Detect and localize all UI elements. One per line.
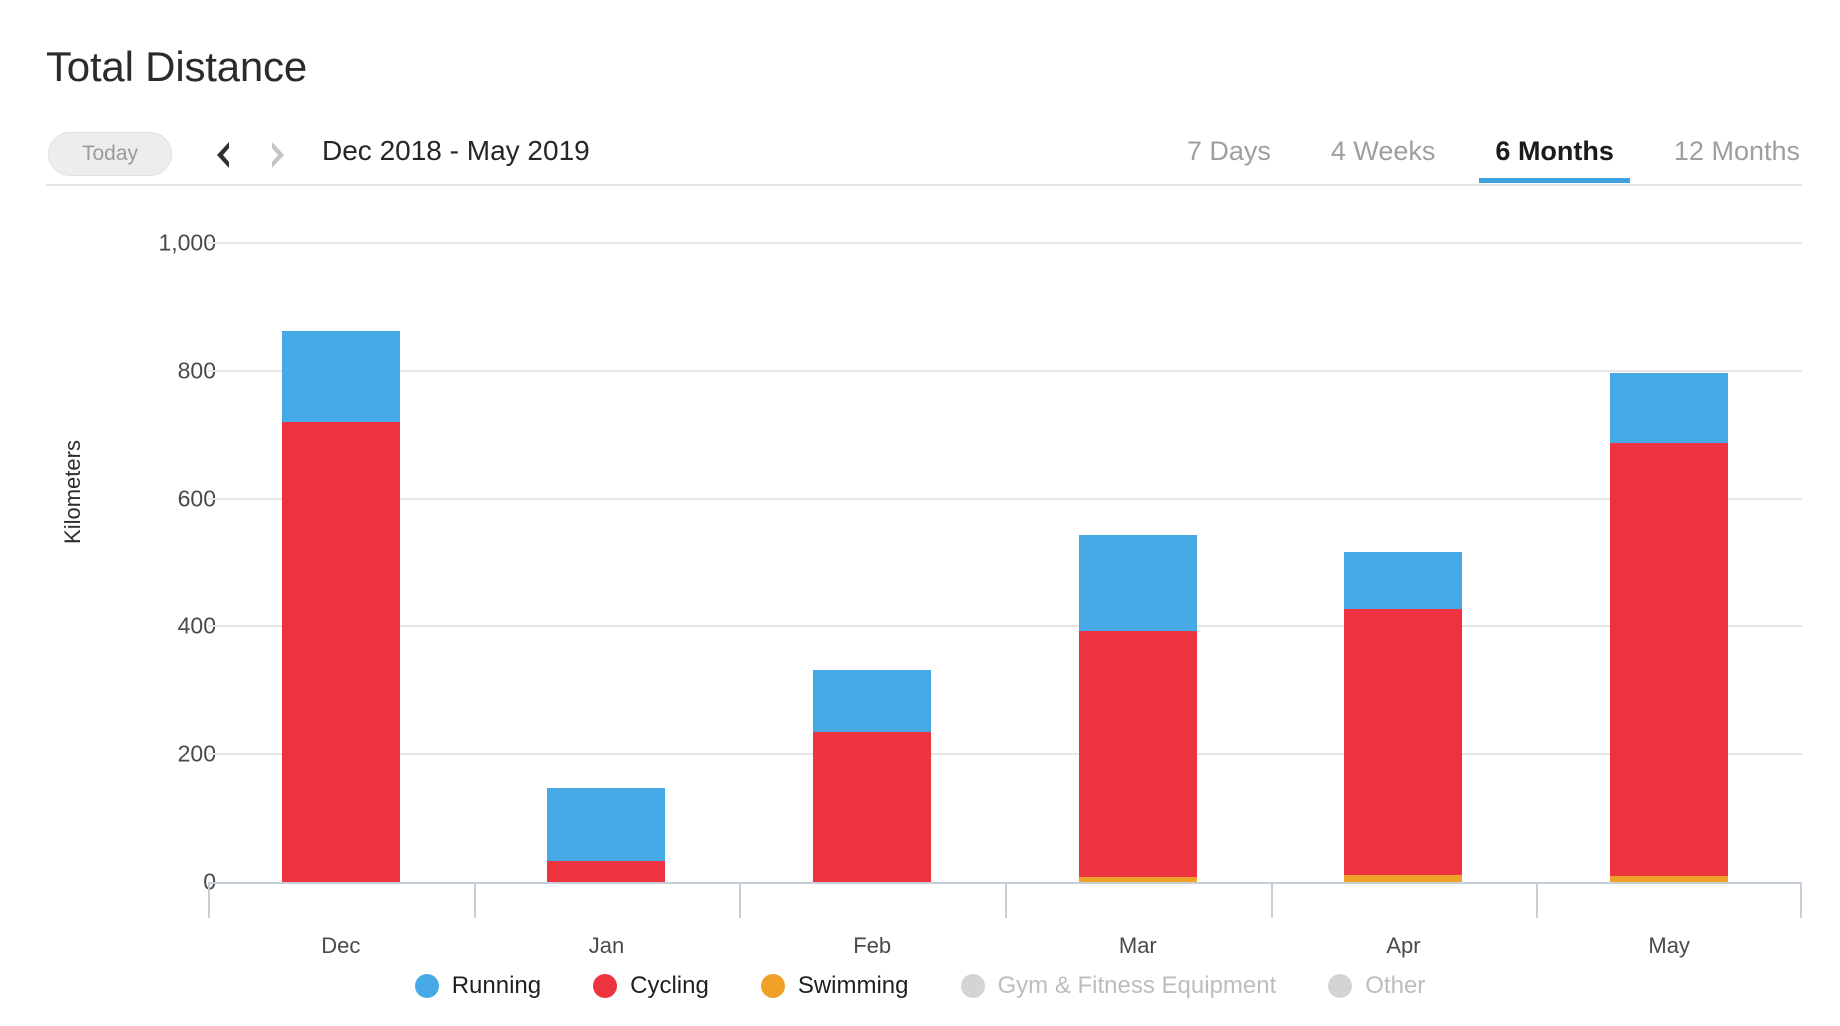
x-axis-tick xyxy=(739,882,741,918)
bar-segment-running[interactable] xyxy=(1344,552,1462,609)
legend-label: Gym & Fitness Equipment xyxy=(998,972,1277,1000)
x-axis-tick-label: Feb xyxy=(739,933,1005,959)
bar-group[interactable]: Mar xyxy=(1005,243,1271,882)
stacked-bar[interactable] xyxy=(1344,552,1462,882)
legend-swatch-icon xyxy=(761,974,785,998)
x-axis-tick-label: Mar xyxy=(1005,933,1271,959)
gridline xyxy=(208,498,1802,500)
gridline xyxy=(208,370,1802,372)
bar-segment-running[interactable] xyxy=(813,670,931,732)
x-axis-tick xyxy=(1800,882,1802,918)
total-distance-panel: Total Distance Today Dec 2018 - May 2019… xyxy=(0,0,1840,1026)
y-axis-tick-label: 600 xyxy=(86,485,216,512)
legend-swatch-icon xyxy=(1328,974,1352,998)
tab-12-months[interactable]: 12 Months xyxy=(1672,128,1802,183)
x-axis-line xyxy=(208,882,1802,884)
tab-7-days[interactable]: 7 Days xyxy=(1185,128,1273,183)
tab-6-months[interactable]: 6 Months xyxy=(1493,128,1616,183)
x-axis-tick xyxy=(1536,882,1538,918)
bar-segment-cycling[interactable] xyxy=(282,422,400,882)
legend-item-swimming[interactable]: Swimming xyxy=(761,972,909,1000)
y-axis-tick-label: 1,000 xyxy=(86,230,216,257)
bar-group[interactable]: Feb xyxy=(739,243,1005,882)
bar-group[interactable]: May xyxy=(1536,243,1802,882)
legend-swatch-icon xyxy=(961,974,985,998)
legend-swatch-icon xyxy=(415,974,439,998)
gridline xyxy=(208,753,1802,755)
legend-item-cycling[interactable]: Cycling xyxy=(593,972,709,1000)
stacked-bar[interactable] xyxy=(813,670,931,882)
stacked-bar[interactable] xyxy=(282,331,400,882)
bar-segment-cycling[interactable] xyxy=(813,732,931,882)
legend-label: Running xyxy=(452,972,541,1000)
bar-segment-running[interactable] xyxy=(282,331,400,422)
legend-label: Other xyxy=(1365,972,1425,1000)
y-axis-tick-label: 800 xyxy=(86,357,216,384)
bar-segment-running[interactable] xyxy=(1079,535,1197,631)
y-axis-tick-label: 400 xyxy=(86,613,216,640)
legend-item-running[interactable]: Running xyxy=(415,972,541,1000)
plot-area: DecJanFebMarAprMay xyxy=(208,243,1802,882)
stacked-bar[interactable] xyxy=(1079,535,1197,882)
x-axis-tick-label: Apr xyxy=(1271,933,1537,959)
chevron-right-icon[interactable] xyxy=(262,136,294,174)
y-axis-tick-label: 0 xyxy=(86,869,216,896)
date-range-label: Dec 2018 - May 2019 xyxy=(322,135,590,167)
y-axis-tick-label: 200 xyxy=(86,741,216,768)
x-axis-tick xyxy=(474,882,476,918)
x-axis-tick xyxy=(1271,882,1273,918)
page-title: Total Distance xyxy=(46,42,307,92)
x-axis-tick-label: Dec xyxy=(208,933,474,959)
x-axis-tick-label: Jan xyxy=(474,933,740,959)
chart-toolbar: Today Dec 2018 - May 2019 7 Days 4 Weeks… xyxy=(0,118,1840,186)
bar-group[interactable]: Jan xyxy=(474,243,740,882)
gridline xyxy=(208,242,1802,244)
chevron-left-icon[interactable] xyxy=(207,136,239,174)
legend-label: Cycling xyxy=(630,972,709,1000)
legend-item-gym-fitness-equipment[interactable]: Gym & Fitness Equipment xyxy=(961,972,1277,1000)
stacked-bar[interactable] xyxy=(1610,373,1728,882)
bar-group[interactable]: Dec xyxy=(208,243,474,882)
bar-segment-cycling[interactable] xyxy=(1079,631,1197,877)
bar-segment-running[interactable] xyxy=(1610,373,1728,443)
bar-segment-swimming[interactable] xyxy=(1344,875,1462,882)
period-tabs: 7 Days 4 Weeks 6 Months 12 Months xyxy=(1185,128,1802,186)
bar-segment-swimming[interactable] xyxy=(1079,877,1197,882)
x-axis-tick xyxy=(208,882,210,918)
x-axis-tick xyxy=(1005,882,1007,918)
bar-segment-cycling[interactable] xyxy=(1344,609,1462,875)
tab-4-weeks[interactable]: 4 Weeks xyxy=(1329,128,1438,183)
bar-segment-cycling[interactable] xyxy=(1610,443,1728,876)
chart-legend: Running Cycling Swimming Gym & Fitness Equi… xyxy=(0,972,1840,1000)
stacked-bar[interactable] xyxy=(547,788,665,882)
legend-item-other[interactable]: Other xyxy=(1328,972,1425,1000)
y-axis-title: Kilometers xyxy=(60,440,86,544)
bar-segment-swimming[interactable] xyxy=(1610,876,1728,882)
today-button[interactable]: Today xyxy=(48,132,172,176)
legend-swatch-icon xyxy=(593,974,617,998)
bar-segment-cycling[interactable] xyxy=(547,861,665,882)
gridline xyxy=(208,625,1802,627)
legend-label: Swimming xyxy=(798,972,909,1000)
x-axis-tick-label: May xyxy=(1536,933,1802,959)
bar-segment-running[interactable] xyxy=(547,788,665,861)
bar-group[interactable]: Apr xyxy=(1271,243,1537,882)
